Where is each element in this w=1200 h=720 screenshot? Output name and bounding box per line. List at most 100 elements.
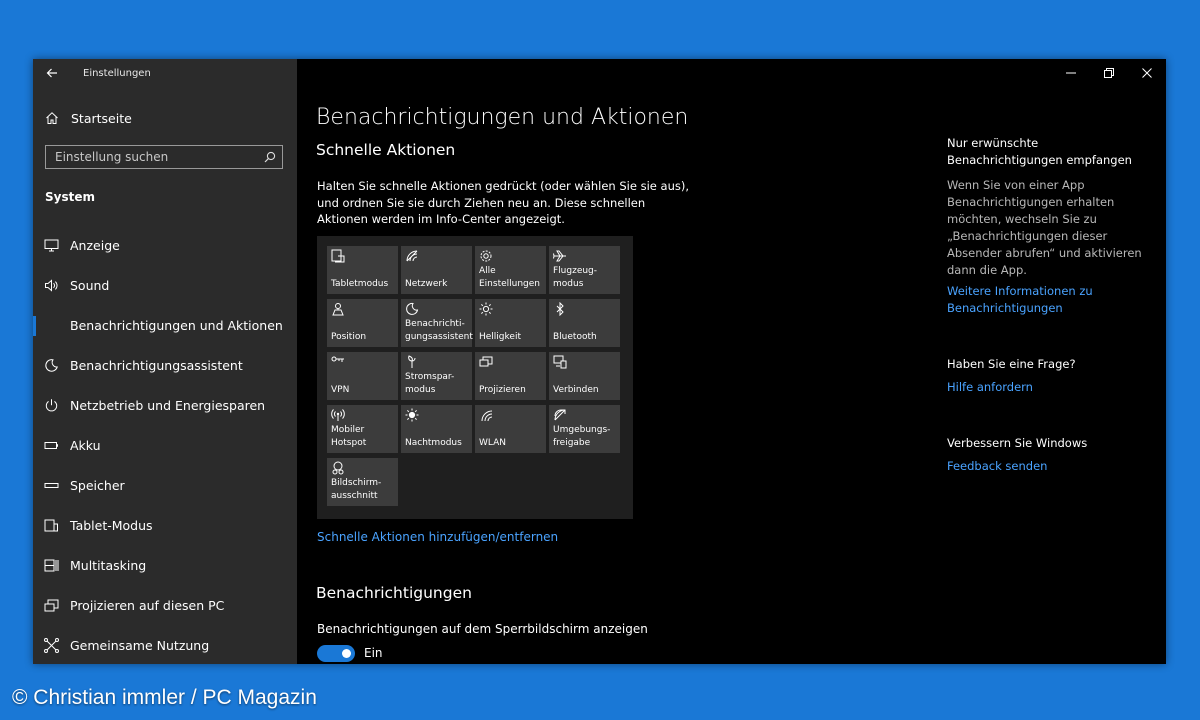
notifications-heading: Benachrichtigungen: [316, 584, 472, 602]
tile-label: Netzwerk: [405, 278, 448, 289]
vpn-icon: [331, 355, 345, 369]
tile-label: Stromspar- modus: [405, 372, 455, 395]
tile-screen-snip[interactable]: Bildschirm- ausschnitt: [327, 458, 398, 506]
sidebar-item-label: Speicher: [70, 478, 125, 493]
airplane-icon: [553, 249, 567, 263]
tile-location[interactable]: Position: [327, 299, 398, 347]
tile-night-light[interactable]: Nachtmodus: [401, 405, 472, 453]
tile-tablet-mode[interactable]: Tabletmodus: [327, 246, 398, 294]
sidebar-item-label: Projizieren auf diesen PC: [70, 598, 225, 613]
tile-connect[interactable]: Verbinden: [549, 352, 620, 400]
main-content: Benachrichtigungen und Aktionen Schnelle…: [297, 59, 1166, 664]
tile-label: Helligkeit: [479, 331, 521, 342]
tile-bluetooth[interactable]: Bluetooth: [549, 299, 620, 347]
sidebar-item-label: Tablet-Modus: [70, 518, 153, 533]
tile-label: Position: [331, 331, 367, 342]
settings-window: Einstellungen Startseite Einstellung suc…: [33, 59, 1166, 664]
quick-actions-description: Halten Sie schnelle Aktionen gedrückt (o…: [317, 179, 689, 226]
related-panel: Nur erwünschte Benachrichtigungen empfan…: [947, 135, 1147, 475]
sidebar-item-label: Benachrichtigungen und Aktionen: [70, 318, 283, 333]
toggle-knob: [342, 649, 351, 658]
related-heading-2: Haben Sie eine Frage?: [947, 357, 1076, 371]
sidebar-item-shared[interactable]: Gemeinsame Nutzung: [33, 626, 297, 664]
storage-icon: [44, 478, 60, 494]
tile-airplane-mode[interactable]: Flugzeug- modus: [549, 246, 620, 294]
battery-icon: [44, 438, 60, 454]
tile-battery-saver[interactable]: Stromspar- modus: [401, 352, 472, 400]
night-light-icon: [405, 408, 419, 422]
connect-icon: [553, 355, 567, 369]
related-heading-3: Verbessern Sie Windows: [947, 436, 1088, 450]
sidebar-item-power[interactable]: Netzbetrieb und Energiesparen: [33, 386, 297, 426]
toggle-state-label: Ein: [364, 646, 383, 660]
tile-wlan[interactable]: WLAN: [475, 405, 546, 453]
display-icon: [44, 238, 60, 254]
sidebar-item-display[interactable]: Anzeige: [33, 226, 297, 266]
moon-icon: [44, 358, 60, 374]
sidebar-item-storage[interactable]: Speicher: [33, 466, 297, 506]
related-heading-1: Nur erwünschte Benachrichtigungen empfan…: [947, 136, 1132, 167]
sidebar-item-notifications[interactable]: Benachrichtigungen und Aktionen: [33, 306, 297, 346]
sidebar-item-label: Gemeinsame Nutzung: [70, 638, 210, 653]
add-remove-quick-actions-link[interactable]: Schnelle Aktionen hinzufügen/entfernen: [317, 530, 558, 544]
tile-label: Flugzeug- modus: [553, 266, 598, 289]
titlebar: Einstellungen: [33, 59, 297, 87]
app-title: Einstellungen: [83, 68, 151, 79]
speaker-icon: [44, 278, 60, 294]
sidebar: Einstellungen Startseite Einstellung suc…: [33, 59, 297, 664]
tile-vpn[interactable]: VPN: [327, 352, 398, 400]
tile-project[interactable]: Projizieren: [475, 352, 546, 400]
sidebar-item-project[interactable]: Projizieren auf diesen PC: [33, 586, 297, 626]
project-icon: [479, 355, 493, 369]
section-label: System: [45, 190, 95, 204]
tile-label: WLAN: [479, 437, 507, 448]
sidebar-item-multitasking[interactable]: Multitasking: [33, 546, 297, 586]
lockscreen-notifications-toggle[interactable]: [317, 645, 355, 662]
copyright-caption: © Christian immler / PC Magazin: [12, 686, 317, 709]
feedback-link[interactable]: Feedback senden: [947, 458, 1147, 475]
location-icon: [331, 302, 345, 316]
tile-label: Tabletmodus: [331, 278, 389, 289]
home-icon: [45, 111, 61, 127]
related-text-1: Wenn Sie von einer App Benachrichtigunge…: [947, 178, 1142, 277]
tile-mobile-hotspot[interactable]: Mobiler Hotspot: [327, 405, 398, 453]
share-icon: [44, 638, 60, 654]
sidebar-item-label: Multitasking: [70, 558, 147, 573]
back-button[interactable]: [41, 63, 63, 83]
sidebar-nav: Anzeige Sound Benachrichtigungen und Akt…: [33, 226, 297, 664]
tile-nearby-sharing[interactable]: Umgebungs- freigabe: [549, 405, 620, 453]
tile-label: Verbinden: [553, 384, 599, 395]
snip-icon: [331, 461, 345, 475]
sidebar-item-label: Netzbetrieb und Energiesparen: [70, 398, 266, 413]
learn-more-link[interactable]: Weitere Informationen zu Benachrichtigun…: [947, 283, 1147, 317]
lockscreen-notifications-label: Benachrichtigungen auf dem Sperrbildschi…: [317, 622, 648, 636]
sidebar-item-label: Startseite: [71, 111, 132, 126]
page-title: Benachrichtigungen und Aktionen: [316, 105, 689, 130]
quick-actions-heading: Schnelle Aktionen: [316, 141, 456, 159]
get-help-link[interactable]: Hilfe anfordern: [947, 379, 1147, 396]
tile-network[interactable]: Netzwerk: [401, 246, 472, 294]
tile-brightness[interactable]: Helligkeit: [475, 299, 546, 347]
sidebar-item-label: Anzeige: [70, 238, 120, 253]
moon-icon: [405, 302, 419, 316]
gear-icon: [479, 249, 493, 263]
multitasking-icon: [44, 558, 60, 574]
tablet-mode-icon: [331, 249, 345, 263]
tile-focus-assist[interactable]: Benachrichti- gungsassistent: [401, 299, 473, 347]
search-placeholder: Einstellung suchen: [55, 150, 169, 164]
quick-actions-panel: Tabletmodus Netzwerk Alle Einstellungen …: [317, 236, 633, 519]
sidebar-item-battery[interactable]: Akku: [33, 426, 297, 466]
tile-label: Nachtmodus: [405, 437, 462, 448]
nearby-share-icon: [553, 408, 567, 422]
tile-all-settings[interactable]: Alle Einstellungen: [475, 246, 546, 294]
sidebar-item-focus-assist[interactable]: Benachrichtigungsassistent: [33, 346, 297, 386]
sidebar-item-tablet-mode[interactable]: Tablet-Modus: [33, 506, 297, 546]
tile-label: Alle Einstellungen: [479, 266, 541, 289]
brightness-icon: [479, 302, 493, 316]
search-input[interactable]: Einstellung suchen: [45, 145, 283, 169]
sidebar-item-home[interactable]: Startseite: [33, 108, 297, 130]
sidebar-item-label: Sound: [70, 278, 110, 293]
tile-label: Projizieren: [479, 384, 526, 395]
sidebar-item-sound[interactable]: Sound: [33, 266, 297, 306]
tile-label: Benachrichti- gungsassistent: [405, 319, 473, 342]
